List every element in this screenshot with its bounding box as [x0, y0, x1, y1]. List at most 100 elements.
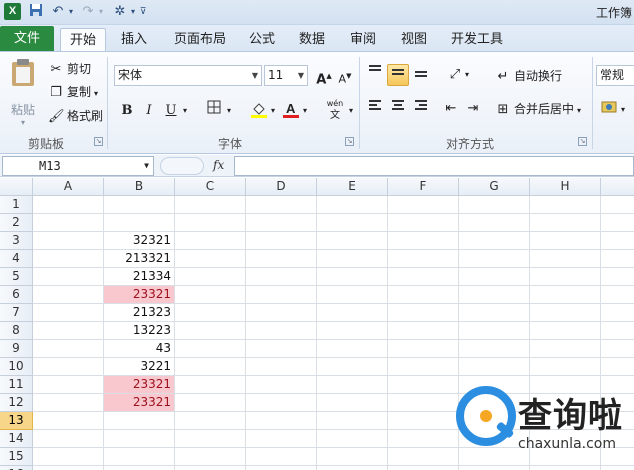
font-color-icon[interactable]: A	[280, 100, 302, 122]
insert-function-icon[interactable]: fx	[213, 158, 224, 172]
cell-b11[interactable]: 23321	[104, 376, 174, 393]
undo-dropdown-icon[interactable]: ▾	[66, 3, 76, 21]
tab-file[interactable]: 文件	[0, 26, 54, 51]
wrap-text-button[interactable]: ↵ 自动换行	[495, 67, 562, 85]
row-header-2[interactable]: 2	[0, 214, 33, 232]
customize-quick-access-icon[interactable]: ⊽	[138, 3, 148, 21]
row-header-6[interactable]: 6	[0, 286, 33, 304]
cell-b7[interactable]: 21323	[104, 304, 174, 321]
column-header-a[interactable]: A	[33, 178, 104, 196]
clipboard-launcher-icon[interactable]: ↘	[94, 137, 103, 146]
cell-b10[interactable]: 3221	[104, 358, 174, 375]
cell-b9[interactable]: 43	[104, 340, 174, 357]
merge-center-button[interactable]: ⊞ 合并后居中 ▾	[495, 100, 581, 120]
column-header-e[interactable]: E	[317, 178, 388, 196]
redo-icon[interactable]: ↷	[80, 3, 96, 21]
alignment-launcher-icon[interactable]: ↘	[578, 137, 587, 146]
increase-indent-icon[interactable]: ⇥	[462, 98, 484, 120]
underline-dropdown-icon[interactable]: ▾	[180, 100, 190, 122]
cell-b3[interactable]: 32321	[104, 232, 174, 249]
align-middle-icon[interactable]	[387, 64, 409, 86]
align-bottom-icon[interactable]	[410, 64, 432, 86]
row-header-13[interactable]: 13	[0, 412, 33, 430]
alignment-group-label: 对齐方式	[445, 137, 494, 151]
align-center-icon[interactable]	[387, 98, 409, 120]
font-group-label: 字体	[217, 137, 242, 151]
accounting-format-icon[interactable]	[598, 99, 620, 121]
cell-b6[interactable]: 23321	[104, 286, 174, 303]
column-header-f[interactable]: F	[388, 178, 459, 196]
row-header-10[interactable]: 10	[0, 358, 33, 376]
underline-button[interactable]: U	[160, 100, 182, 122]
copy-icon: ❐	[50, 84, 62, 100]
tab-view[interactable]: 视图	[394, 28, 434, 51]
row-header-4[interactable]: 4	[0, 250, 33, 268]
undo-icon[interactable]: ↶	[50, 3, 66, 21]
name-box[interactable]: M13 ▼	[2, 156, 154, 176]
row-header-15[interactable]: 15	[0, 448, 33, 466]
cell-b8[interactable]: 13223	[104, 322, 174, 339]
tools-icon[interactable]: ✲	[112, 3, 128, 21]
font-name-combo[interactable]: 宋体 ▼	[114, 65, 262, 86]
bold-button[interactable]: B	[116, 100, 138, 122]
column-header-g[interactable]: G	[459, 178, 530, 196]
row-header-16[interactable]: 16	[0, 466, 33, 470]
ribbon-tabs: 文件 开始 插入 页面布局 公式 数据 审阅 视图 开发工具	[0, 25, 634, 51]
tab-review[interactable]: 审阅	[342, 28, 384, 51]
tab-formulas[interactable]: 公式	[242, 28, 282, 51]
shrink-font-button[interactable]: A▼	[334, 65, 356, 87]
cell-b4[interactable]: 213321	[104, 250, 174, 267]
paste-button[interactable]: 粘贴 ▾	[6, 58, 40, 128]
tab-insert[interactable]: 插入	[112, 28, 156, 51]
row-header-3[interactable]: 3	[0, 232, 33, 250]
border-dropdown-icon[interactable]: ▾	[224, 100, 234, 122]
cut-button[interactable]: ✂ 剪切	[48, 60, 91, 78]
cell-b5[interactable]: 21334	[104, 268, 174, 285]
copy-button[interactable]: ❐ 复制 ▾	[48, 83, 98, 103]
column-header-d[interactable]: D	[246, 178, 317, 196]
redo-dropdown-icon[interactable]: ▾	[96, 3, 106, 21]
align-left-icon[interactable]	[364, 98, 386, 120]
cell-b12[interactable]: 23321	[104, 394, 174, 411]
row-header-7[interactable]: 7	[0, 304, 33, 322]
border-icon[interactable]	[203, 100, 225, 122]
tools-dropdown-icon[interactable]: ▾	[128, 3, 138, 21]
phonetic-dropdown-icon[interactable]: ▾	[346, 100, 356, 122]
accounting-dropdown-icon[interactable]: ▾	[618, 99, 628, 121]
grow-font-button[interactable]: A▲	[313, 65, 335, 87]
column-header-i[interactable]	[601, 178, 634, 196]
row-header-8[interactable]: 8	[0, 322, 33, 340]
phonetic-button[interactable]: wén 文	[322, 98, 348, 121]
row-header-5[interactable]: 5	[0, 268, 33, 286]
tab-home[interactable]: 开始	[60, 28, 106, 51]
excel-logo-icon: X	[4, 3, 21, 20]
font-launcher-icon[interactable]: ↘	[345, 137, 354, 146]
row-header-14[interactable]: 14	[0, 430, 33, 448]
number-format-combo[interactable]: 常规	[596, 65, 634, 86]
italic-button[interactable]: I	[138, 100, 160, 122]
row-header-1[interactable]: 1	[0, 196, 33, 214]
tab-page-layout[interactable]: 页面布局	[164, 28, 236, 51]
fill-color-dropdown-icon[interactable]: ▾	[268, 100, 278, 122]
column-header-c[interactable]: C	[175, 178, 246, 196]
select-all-corner[interactable]	[0, 178, 33, 196]
cut-label: 剪切	[67, 62, 92, 76]
align-top-icon[interactable]	[364, 64, 386, 86]
font-size-combo[interactable]: 11 ▼	[264, 65, 308, 86]
column-header-b[interactable]: B	[104, 178, 175, 196]
orientation-dropdown-icon[interactable]: ▾	[462, 64, 472, 86]
align-right-icon[interactable]	[410, 98, 432, 120]
format-painter-button[interactable]: 🖌 格式刷	[48, 107, 103, 125]
row-header-9[interactable]: 9	[0, 340, 33, 358]
formula-bar-resize-handle[interactable]	[160, 157, 204, 175]
save-icon[interactable]	[27, 3, 45, 21]
tab-data[interactable]: 数据	[292, 28, 332, 51]
column-header-h[interactable]: H	[530, 178, 601, 196]
row-header-11[interactable]: 11	[0, 376, 33, 394]
tab-developer[interactable]: 开发工具	[444, 28, 510, 51]
row-header-12[interactable]: 12	[0, 394, 33, 412]
font-color-dropdown-icon[interactable]: ▾	[300, 100, 310, 122]
decrease-indent-icon[interactable]: ⇤	[440, 98, 462, 120]
fill-color-icon[interactable]	[248, 100, 270, 122]
formula-input[interactable]	[234, 156, 634, 176]
